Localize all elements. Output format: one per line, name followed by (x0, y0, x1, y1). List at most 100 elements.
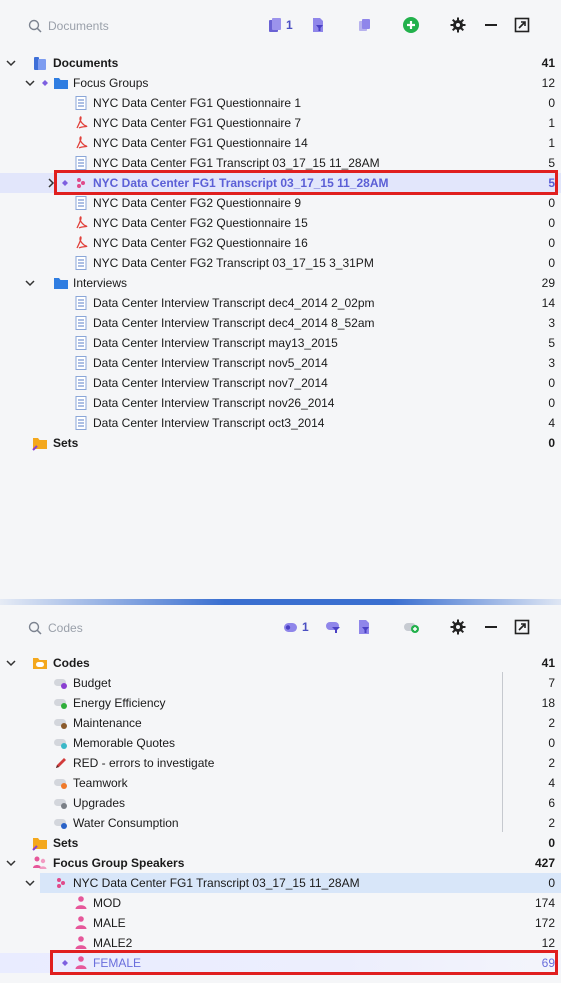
filter-documents-button[interactable] (309, 15, 327, 35)
code-tag-icon (54, 819, 67, 829)
documents-settings-button[interactable] (449, 15, 467, 35)
speaker-row[interactable]: MOD 174 (0, 893, 561, 913)
documents-toolbar: Documents 1 (0, 12, 561, 38)
document-sets-count: 0 (548, 436, 555, 450)
chevron-down-icon[interactable] (23, 276, 37, 290)
activated-documents-button[interactable]: 1 (266, 15, 293, 35)
document-row[interactable]: NYC Data Center FG1 Questionnaire 14 1 (0, 133, 561, 153)
chevron-down-icon[interactable] (4, 656, 18, 670)
code-tag-icon (54, 739, 67, 749)
codes-settings-button[interactable] (449, 617, 467, 637)
activated-codes-button[interactable]: 1 (282, 617, 309, 637)
speakers-label: Focus Group Speakers (53, 856, 185, 870)
code-document-filter-button[interactable] (355, 617, 373, 637)
code-label: Budget (73, 676, 112, 690)
document-row[interactable]: Data Center Interview Transcript nov7_20… (0, 373, 561, 393)
codes-root-row[interactable]: Codes 41 (0, 653, 561, 673)
code-sets-label: Sets (53, 836, 79, 850)
chevron-down-icon[interactable] (23, 76, 37, 90)
activated-codes-count: 1 (302, 620, 309, 634)
documents-search[interactable]: Documents (28, 17, 109, 35)
search-icon (28, 621, 42, 635)
document-row[interactable]: NYC Data Center FG1 Questionnaire 7 1 (0, 113, 561, 133)
filter-codes-button[interactable] (324, 617, 342, 637)
speaker-row[interactable]: MALE 172 (0, 913, 561, 933)
code-count: 6 (548, 796, 555, 810)
text-document-icon (75, 196, 87, 210)
codes-minimize-button[interactable] (482, 617, 500, 637)
add-code-icon (404, 623, 419, 633)
codes-search[interactable]: Codes (28, 619, 83, 637)
codes-popout-button[interactable] (513, 617, 531, 637)
document-label: NYC Data Center FG1 Questionnaire 14 (93, 136, 308, 150)
code-row[interactable]: RED - errors to investigate 2 (0, 753, 561, 773)
document-row[interactable]: NYC Data Center FG2 Questionnaire 16 0 (0, 233, 561, 253)
code-label: Energy Efficiency (73, 696, 166, 710)
text-document-icon (75, 336, 87, 350)
speaker-icon (75, 896, 87, 909)
document-row[interactable]: NYC Data Center FG2 Questionnaire 9 0 (0, 193, 561, 213)
speaker-count: 12 (541, 936, 555, 950)
document-count: 1 (548, 116, 555, 130)
code-row[interactable]: Maintenance 2 (0, 713, 561, 733)
document-count: 5 (548, 336, 555, 350)
text-document-icon (75, 96, 87, 110)
speakers-count: 427 (534, 856, 555, 870)
code-row[interactable]: Memorable Quotes 0 (0, 733, 561, 753)
speaker-document-row[interactable]: NYC Data Center FG1 Transcript 03_17_15 … (25, 873, 561, 893)
document-count: 0 (548, 96, 555, 110)
document-label: Data Center Interview Transcript dec4_20… (93, 316, 375, 330)
document-group-interviews[interactable]: Interviews 29 (0, 273, 561, 293)
codes-search-placeholder: Codes (48, 621, 83, 635)
document-row[interactable]: Data Center Interview Transcript dec4_20… (0, 313, 561, 333)
document-row[interactable]: NYC Data Center FG1 Questionnaire 1 0 (0, 93, 561, 113)
document-label: NYC Data Center FG1 Questionnaire 1 (93, 96, 302, 110)
document-row[interactable]: Data Center Interview Transcript oct3_20… (0, 413, 561, 433)
document-label: NYC Data Center FG2 Questionnaire 15 (93, 216, 308, 230)
pdf-document-icon (76, 216, 88, 229)
selection-highlight-box (54, 170, 558, 195)
pdf-document-icon (76, 116, 88, 129)
code-row[interactable]: Water Consumption 2 (0, 813, 561, 833)
documents-minimize-button[interactable] (482, 15, 500, 35)
document-row[interactable]: Data Center Interview Transcript nov26_2… (0, 393, 561, 413)
minus-icon (485, 24, 497, 26)
document-row[interactable]: NYC Data Center FG2 Questionnaire 15 0 (0, 213, 561, 233)
documents-popout-button[interactable] (513, 15, 531, 35)
document-row[interactable]: Data Center Interview Transcript nov5_20… (0, 353, 561, 373)
document-row[interactable]: Data Center Interview Transcript dec4_20… (0, 293, 561, 313)
document-label: NYC Data Center FG2 Questionnaire 9 (93, 196, 302, 210)
documents-panel: Documents 1 Documents 41 Focus Groups 12… (0, 0, 561, 600)
code-sets-row[interactable]: Sets 0 (0, 833, 561, 853)
speaker-document-label: NYC Data Center FG1 Transcript 03_17_15 … (73, 876, 360, 890)
code-tag-icon (54, 779, 67, 789)
document-group-focus-groups[interactable]: Focus Groups 12 (0, 73, 561, 93)
focus-group-speakers-row[interactable]: Focus Group Speakers 427 (0, 853, 561, 873)
document-sets-row[interactable]: Sets 0 (0, 433, 561, 453)
document-row[interactable]: NYC Data Center FG2 Transcript 03_17_15 … (0, 253, 561, 273)
code-row[interactable]: Upgrades 6 (0, 793, 561, 813)
code-label: Teamwork (73, 776, 128, 790)
code-row[interactable]: Budget 7 (0, 673, 561, 693)
document-options-button[interactable] (355, 15, 373, 35)
documents-root-row[interactable]: Documents 41 (0, 53, 561, 73)
chevron-down-icon[interactable] (23, 876, 37, 890)
document-count: 0 (548, 216, 555, 230)
speaker-icon (75, 936, 87, 949)
add-code-button[interactable] (402, 617, 420, 637)
document-count: 5 (548, 156, 555, 170)
text-document-icon (75, 296, 87, 310)
code-count: 7 (548, 676, 555, 690)
code-label: RED - errors to investigate (73, 756, 215, 770)
code-label: Memorable Quotes (73, 736, 176, 750)
activate-codes-icon (284, 623, 297, 632)
document-count: 3 (548, 356, 555, 370)
chevron-down-icon[interactable] (4, 856, 18, 870)
panel-splitter[interactable] (0, 599, 561, 605)
add-document-button[interactable] (402, 15, 420, 35)
code-row[interactable]: Teamwork 4 (0, 773, 561, 793)
document-label: NYC Data Center FG2 Questionnaire 16 (93, 236, 308, 250)
chevron-down-icon[interactable] (4, 56, 18, 70)
code-row[interactable]: Energy Efficiency 18 (0, 693, 561, 713)
document-row[interactable]: Data Center Interview Transcript may13_2… (0, 333, 561, 353)
